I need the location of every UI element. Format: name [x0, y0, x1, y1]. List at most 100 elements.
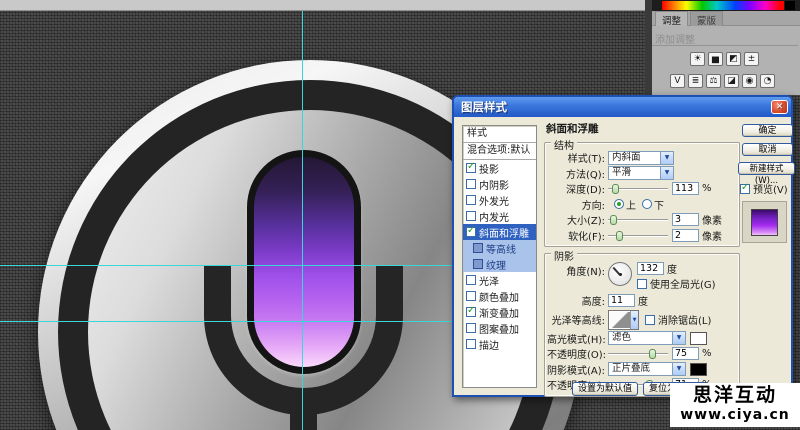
horizontal-guide-lower[interactable]: [0, 321, 452, 322]
chevron-down-icon[interactable]: ▼: [660, 167, 673, 179]
angle-center-dot: [619, 273, 622, 276]
curves-icon[interactable]: ◩: [726, 52, 741, 66]
size-input[interactable]: [672, 213, 699, 226]
layer-style-dialog: 图层样式 ✕ 样式 混合选项:默认 投影 内阴影 外发光 内发光: [452, 95, 793, 397]
slider-thumb[interactable]: [612, 184, 619, 194]
highlight-opacity-input[interactable]: [672, 347, 699, 360]
color-balance-icon[interactable]: ⚖: [706, 74, 721, 88]
slider-thumb[interactable]: [616, 231, 623, 241]
style-item-gradient-overlay[interactable]: 渐变叠加: [463, 304, 536, 320]
style-item-label: 内阴影: [479, 177, 509, 192]
angle-input[interactable]: [637, 262, 664, 275]
direction-down-radio[interactable]: [642, 199, 652, 209]
style-item-pattern-overlay[interactable]: 图案叠加: [463, 320, 536, 336]
chevron-down-icon[interactable]: ▼: [630, 311, 638, 329]
angle-fields: 度 使用全局光(G): [637, 261, 716, 291]
gloss-contour-label: 光泽等高线:: [547, 312, 605, 327]
horizontal-guide-upper[interactable]: [0, 265, 452, 266]
set-default-button[interactable]: 设置为默认值: [572, 382, 638, 396]
style-item-satin[interactable]: 光泽: [463, 272, 536, 288]
ok-button[interactable]: 确定: [742, 124, 793, 137]
new-style-button[interactable]: 新建样式(W)...: [738, 162, 795, 175]
vibrance-icon[interactable]: V: [670, 74, 685, 88]
vertical-guide[interactable]: [302, 0, 303, 430]
depth-slider[interactable]: [608, 183, 668, 194]
style-item-stroke[interactable]: 描边: [463, 336, 536, 352]
slider-thumb[interactable]: [610, 215, 617, 225]
highlight-color-swatch[interactable]: [690, 332, 707, 345]
depth-input[interactable]: [672, 182, 699, 195]
style-item-contour[interactable]: 等高线: [463, 240, 536, 256]
slider-thumb[interactable]: [649, 349, 656, 359]
soften-input[interactable]: [672, 229, 699, 242]
highlight-mode-label: 高光模式(H):: [547, 331, 605, 346]
checkbox[interactable]: [466, 323, 476, 333]
direction-up-label: 上: [626, 197, 636, 212]
style-item-label: 描边: [479, 337, 499, 352]
blending-options-row[interactable]: 混合选项:默认: [463, 143, 536, 160]
brightness-contrast-icon[interactable]: ☀: [690, 52, 705, 66]
color-spectrum-bar[interactable]: [662, 1, 784, 10]
gloss-contour-picker[interactable]: ▼: [608, 310, 639, 330]
style-item-label: 斜面和浮雕: [479, 225, 529, 240]
highlight-opacity-slider[interactable]: [608, 348, 668, 359]
hue-saturation-icon[interactable]: ≣: [688, 74, 703, 88]
highlight-mode-value: 滤色: [612, 332, 631, 343]
black-white-icon[interactable]: ◪: [724, 74, 739, 88]
checkbox[interactable]: [466, 179, 476, 189]
style-item-label: 投影: [479, 161, 499, 176]
preview-checkbox[interactable]: [740, 184, 750, 194]
style-item-outer-glow[interactable]: 外发光: [463, 192, 536, 208]
anti-alias-checkbox[interactable]: [645, 315, 655, 325]
shadow-color-swatch[interactable]: [690, 363, 707, 376]
tab-masks[interactable]: 蒙版: [690, 11, 723, 26]
altitude-label: 高度:: [547, 293, 605, 308]
style-item-label: 纹理: [486, 257, 506, 272]
style-preview-swatch: [751, 209, 778, 236]
checkbox[interactable]: [466, 307, 476, 317]
style-item-drop-shadow[interactable]: 投影: [463, 160, 536, 176]
angle-dial[interactable]: [608, 262, 632, 286]
highlight-mode-select[interactable]: 滤色 ▼: [608, 331, 686, 345]
watermark-name: 思洋互动: [670, 383, 800, 407]
exposure-icon[interactable]: ±: [744, 52, 759, 66]
checkbox[interactable]: [466, 195, 476, 205]
checkbox[interactable]: [466, 275, 476, 285]
size-slider[interactable]: [608, 214, 668, 225]
global-light-checkbox[interactable]: [637, 279, 647, 289]
shadow-mode-select[interactable]: 正片叠底 ▼: [608, 362, 686, 376]
chevron-down-icon[interactable]: ▼: [672, 363, 685, 375]
checkbox[interactable]: [466, 163, 476, 173]
dialog-actions-column: 确定 取消 新建样式(W)... 预览(V): [742, 124, 794, 243]
tab-adjustments[interactable]: 调整: [655, 11, 688, 26]
checkbox[interactable]: [466, 339, 476, 349]
checkbox[interactable]: [473, 243, 483, 253]
checkbox[interactable]: [473, 259, 483, 269]
dialog-titlebar[interactable]: 图层样式 ✕: [454, 97, 791, 117]
checkbox[interactable]: [466, 211, 476, 221]
chevron-down-icon[interactable]: ▼: [660, 152, 673, 164]
checkbox[interactable]: [466, 227, 476, 237]
bevel-style-select[interactable]: 内斜面 ▼: [608, 151, 674, 165]
photo-filter-icon[interactable]: ◉: [742, 74, 757, 88]
shadow-mode-label: 阴影模式(A):: [547, 362, 605, 377]
technique-select[interactable]: 平滑 ▼: [608, 166, 674, 180]
style-item-inner-glow[interactable]: 内发光: [463, 208, 536, 224]
altitude-input[interactable]: [608, 294, 635, 307]
style-item-color-overlay[interactable]: 颜色叠加: [463, 288, 536, 304]
levels-icon[interactable]: ▅: [708, 52, 723, 66]
style-item-inner-shadow[interactable]: 内阴影: [463, 176, 536, 192]
channel-mixer-icon[interactable]: ◔: [760, 74, 775, 88]
soften-slider[interactable]: [608, 230, 668, 241]
style-item-bevel-emboss[interactable]: 斜面和浮雕: [463, 224, 536, 240]
styles-header[interactable]: 样式: [463, 126, 536, 143]
cancel-button[interactable]: 取消: [742, 143, 793, 156]
style-item-texture[interactable]: 纹理: [463, 256, 536, 272]
direction-up-radio[interactable]: [614, 199, 624, 209]
adjustment-icons-row2: V ≣ ⚖ ◪ ◉ ◔: [670, 74, 775, 88]
chevron-down-icon[interactable]: ▼: [672, 332, 685, 344]
checkbox[interactable]: [466, 291, 476, 301]
close-icon[interactable]: ✕: [771, 100, 788, 114]
dialog-title: 图层样式: [461, 100, 507, 114]
spectrum-black-swatch[interactable]: [785, 1, 795, 10]
